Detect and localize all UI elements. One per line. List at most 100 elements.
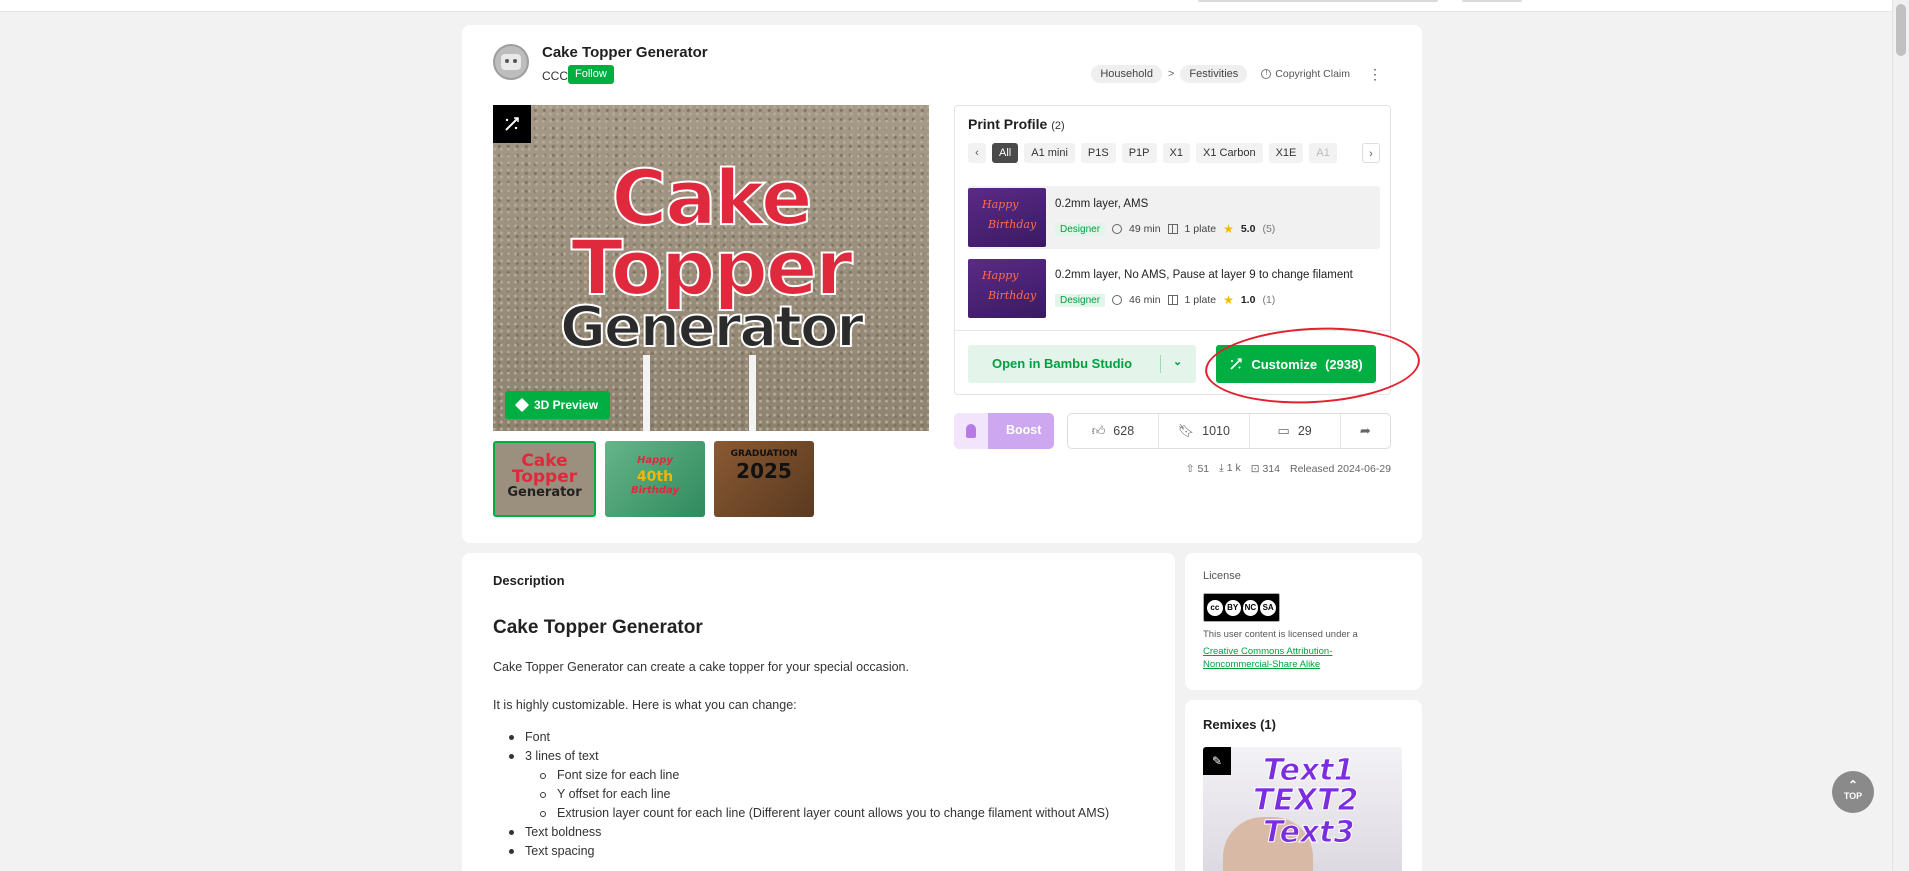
chip-p1s[interactable]: P1S xyxy=(1080,143,1116,163)
chip-x1[interactable]: X1 xyxy=(1162,143,1190,163)
chip-a1-mini[interactable]: A1 mini xyxy=(1024,143,1075,163)
topper-stick xyxy=(643,355,650,431)
breadcrumb-festivities[interactable]: Festivities xyxy=(1180,65,1248,83)
robot-avatar-icon xyxy=(501,54,521,70)
chip-all[interactable]: All xyxy=(992,143,1019,163)
release-date: Released 2024-06-29 xyxy=(1290,462,1391,475)
collect-button[interactable]: 🔖︎ 1010 xyxy=(1159,414,1250,448)
thumbnail-birthday[interactable]: Happy 40th Birthday xyxy=(605,441,705,517)
comments-button[interactable]: ▭ 29 xyxy=(1250,414,1341,448)
top-nav-bar xyxy=(0,0,1909,12)
designer-badge: Designer xyxy=(1055,222,1106,236)
profile-thumbnail: Happy Birthday xyxy=(968,188,1046,247)
chevron-down-icon[interactable]: ⌄ xyxy=(1173,355,1182,368)
more-options-icon[interactable]: ⋮ xyxy=(1368,66,1382,83)
author-avatar[interactable] xyxy=(493,44,529,80)
license-link[interactable]: Creative Commons Attribution-Noncommerci… xyxy=(1203,645,1363,671)
model-title: Cake Topper Generator xyxy=(542,44,708,61)
author-name[interactable]: CCC xyxy=(542,69,568,83)
print-time: 46 min xyxy=(1129,294,1161,306)
chip-a1[interactable]: A1 xyxy=(1309,143,1337,163)
thumb-text: Generator xyxy=(507,485,582,500)
chip-x1e[interactable]: X1E xyxy=(1268,143,1304,163)
customizable-badge-icon xyxy=(493,105,531,143)
collect-count: 1010 xyxy=(1202,424,1230,438)
model-header-card: Cake Topper Generator CCC Follow Househo… xyxy=(462,25,1422,543)
chip-p1p[interactable]: P1P xyxy=(1121,143,1157,163)
license-text: This user content is licensed under a xyxy=(1203,629,1358,640)
plate-icon xyxy=(1167,224,1178,234)
scrollbar-thumb[interactable] xyxy=(1896,4,1906,56)
breadcrumb-household[interactable]: Household xyxy=(1091,65,1162,83)
chevron-left-icon[interactable]: ‹ xyxy=(968,143,986,163)
button-split-divider xyxy=(1160,355,1161,373)
description-card: Description Cake Topper Generator Cake T… xyxy=(462,553,1175,871)
thumbnail-graduation[interactable]: GRADUATION 2025 xyxy=(714,441,814,517)
customize-count: (2938) xyxy=(1325,356,1363,372)
boost-button[interactable]: Boost xyxy=(954,413,1054,449)
thumb-text: Happy xyxy=(982,198,1019,211)
follow-button[interactable]: Follow xyxy=(568,65,614,84)
share-icon: ➦ xyxy=(1359,423,1371,438)
thumbnail-cake-topper[interactable]: Cake Topper Generator xyxy=(493,441,596,517)
profile-item[interactable]: Happy Birthday 0.2mm layer, AMS Designer… xyxy=(968,186,1380,249)
3d-preview-button[interactable]: 3D Preview xyxy=(505,391,611,419)
print-time: 49 min xyxy=(1129,223,1161,235)
thumb-text: 2025 xyxy=(736,459,792,483)
remixes-heading: Remixes (1) xyxy=(1203,717,1276,732)
remix-image-text: TEXT2 xyxy=(1252,783,1359,819)
thumb-text: Birthday xyxy=(988,218,1037,231)
copyright-claim-link[interactable]: ! Copyright Claim xyxy=(1261,68,1350,80)
list-item: 3 lines of text xyxy=(493,747,1143,766)
like-button[interactable]: 👍︎ 628 xyxy=(1068,414,1159,448)
open-in-bambu-studio-button[interactable]: Open in Bambu Studio ⌄ xyxy=(968,345,1196,383)
arrow-up-icon: ⌃ xyxy=(1847,778,1859,792)
share-button[interactable]: ➦ xyxy=(1341,414,1390,448)
customize-button[interactable]: Customize (2938) xyxy=(1216,345,1376,383)
plate-count: 1 plate xyxy=(1184,223,1217,235)
print-stat: ⊡ 314 xyxy=(1251,463,1280,475)
cc-nc-icon: NC xyxy=(1242,599,1259,616)
cube-icon xyxy=(514,397,530,413)
rocket-icon: ⇧ xyxy=(1185,462,1195,475)
nav-button-edge[interactable] xyxy=(1462,0,1522,2)
rating-value: 5.0 xyxy=(1240,223,1256,235)
designer-badge: Designer xyxy=(1055,293,1106,307)
description-heading: Description xyxy=(493,573,565,588)
back-to-top-label: TOP xyxy=(1843,791,1863,801)
boost-count: 51 xyxy=(1197,462,1210,475)
thumb-text: 40th xyxy=(636,469,674,485)
thumbs-up-icon: 👍︎ xyxy=(1091,423,1106,438)
profile-item[interactable]: Happy Birthday 0.2mm layer, No AMS, Paus… xyxy=(968,257,1380,320)
customize-label: Customize xyxy=(1251,356,1318,372)
remixes-card: Remixes (1) Text1 TEXT2 Text3 ✎ xyxy=(1185,700,1422,871)
boost-stat: ⇧ 51 xyxy=(1186,463,1209,475)
download-stat: ⤓ 1 k xyxy=(1219,462,1241,475)
search-box-edge[interactable] xyxy=(1198,0,1438,2)
back-to-top-button[interactable]: ⌃ TOP xyxy=(1832,771,1874,813)
main-model-image[interactable]: Cake Topper Generator 3D Preview xyxy=(493,105,929,431)
like-count: 628 xyxy=(1113,424,1135,438)
cc-icon: cc xyxy=(1207,599,1223,616)
remix-thumbnail[interactable]: Text1 TEXT2 Text3 ✎ xyxy=(1203,747,1402,871)
image-text-line: Generator xyxy=(559,294,865,361)
bookmark-icon: 🔖︎ xyxy=(1177,423,1195,438)
profile-meta: Designer 49 min 1 plate ★ 5.0 (5) xyxy=(1055,222,1275,236)
printer-filter-chips: ‹ All A1 mini P1S P1P X1 X1 Carbon X1E A… xyxy=(968,143,1337,163)
thumb-text: GRADUATION xyxy=(730,449,798,459)
boost-label: Boost xyxy=(1006,423,1042,437)
print-count: 314 xyxy=(1262,462,1280,475)
comment-count: 29 xyxy=(1297,424,1312,438)
thumb-text: Birthday xyxy=(631,485,679,496)
page-scrollbar[interactable] xyxy=(1892,0,1909,871)
cc-license-badge[interactable]: cc BY NC SA xyxy=(1203,593,1280,622)
divider xyxy=(955,330,1390,331)
rating-count: (5) xyxy=(1262,223,1276,235)
breadcrumb-separator: > xyxy=(1167,68,1175,80)
print-profile-panel: Print Profile (2) ‹ All A1 mini P1S P1P … xyxy=(954,105,1422,409)
chip-x1-carbon[interactable]: X1 Carbon xyxy=(1195,143,1263,163)
chevron-right-icon[interactable]: › xyxy=(1362,143,1380,163)
print-profile-count: (2) xyxy=(1051,120,1065,132)
list-item: Text boldness xyxy=(493,823,1143,842)
rating-count: (1) xyxy=(1262,294,1276,306)
